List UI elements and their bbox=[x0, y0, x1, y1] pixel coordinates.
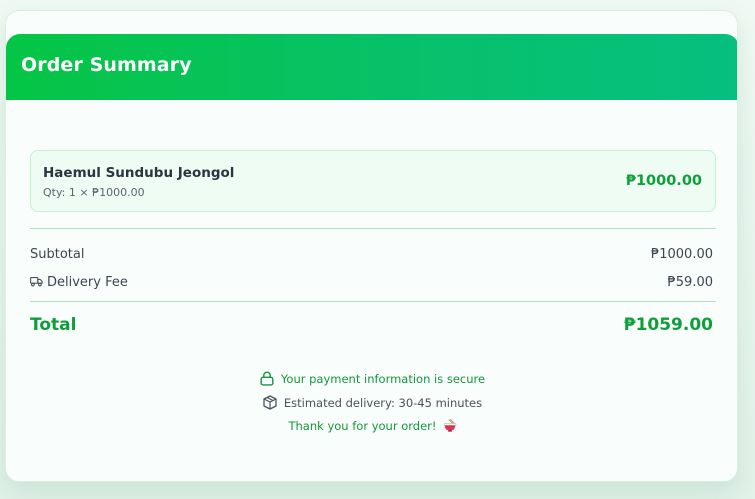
delivery-fee-value: ₱59.00 bbox=[667, 275, 714, 290]
divider-top bbox=[30, 228, 716, 229]
secure-payment-note: Your payment information is secure bbox=[6, 371, 737, 389]
order-item: Haemul Sundubu Jeongol Qty: 1 × ₱1000.00… bbox=[30, 150, 716, 212]
thank-you-text: Thank you for your order! bbox=[288, 419, 437, 433]
subtotal-label: Subtotal bbox=[30, 247, 85, 262]
item-price: ₱1000.00 bbox=[625, 173, 702, 189]
delivery-estimate-note: Estimated delivery: 30-45 minutes bbox=[6, 395, 737, 413]
item-quantity: Qty: 1 × ₱1000.00 bbox=[43, 186, 145, 199]
order-summary-card: Order Summary Haemul Sundubu Jeongol Qty… bbox=[5, 10, 738, 482]
truck-icon bbox=[30, 276, 43, 291]
bowl-icon bbox=[443, 418, 457, 435]
thank-you-note: Thank you for your order! bbox=[6, 418, 737, 435]
package-icon bbox=[263, 395, 277, 413]
delivery-estimate-text: Estimated delivery: 30-45 minutes bbox=[283, 396, 483, 410]
delivery-fee-label: Delivery Fee bbox=[47, 275, 128, 290]
total-value: ₱1059.00 bbox=[623, 315, 713, 335]
subtotal-value: ₱1000.00 bbox=[650, 247, 713, 262]
order-summary-header: Order Summary bbox=[6, 34, 737, 100]
page-title: Order Summary bbox=[21, 54, 192, 76]
lock-icon bbox=[260, 371, 274, 389]
delivery-fee-row: Delivery Fee bbox=[30, 275, 128, 291]
total-label: Total bbox=[30, 315, 77, 335]
divider-bottom bbox=[30, 301, 716, 302]
item-name: Haemul Sundubu Jeongol bbox=[43, 165, 235, 181]
secure-payment-text: Your payment information is secure bbox=[280, 372, 486, 386]
